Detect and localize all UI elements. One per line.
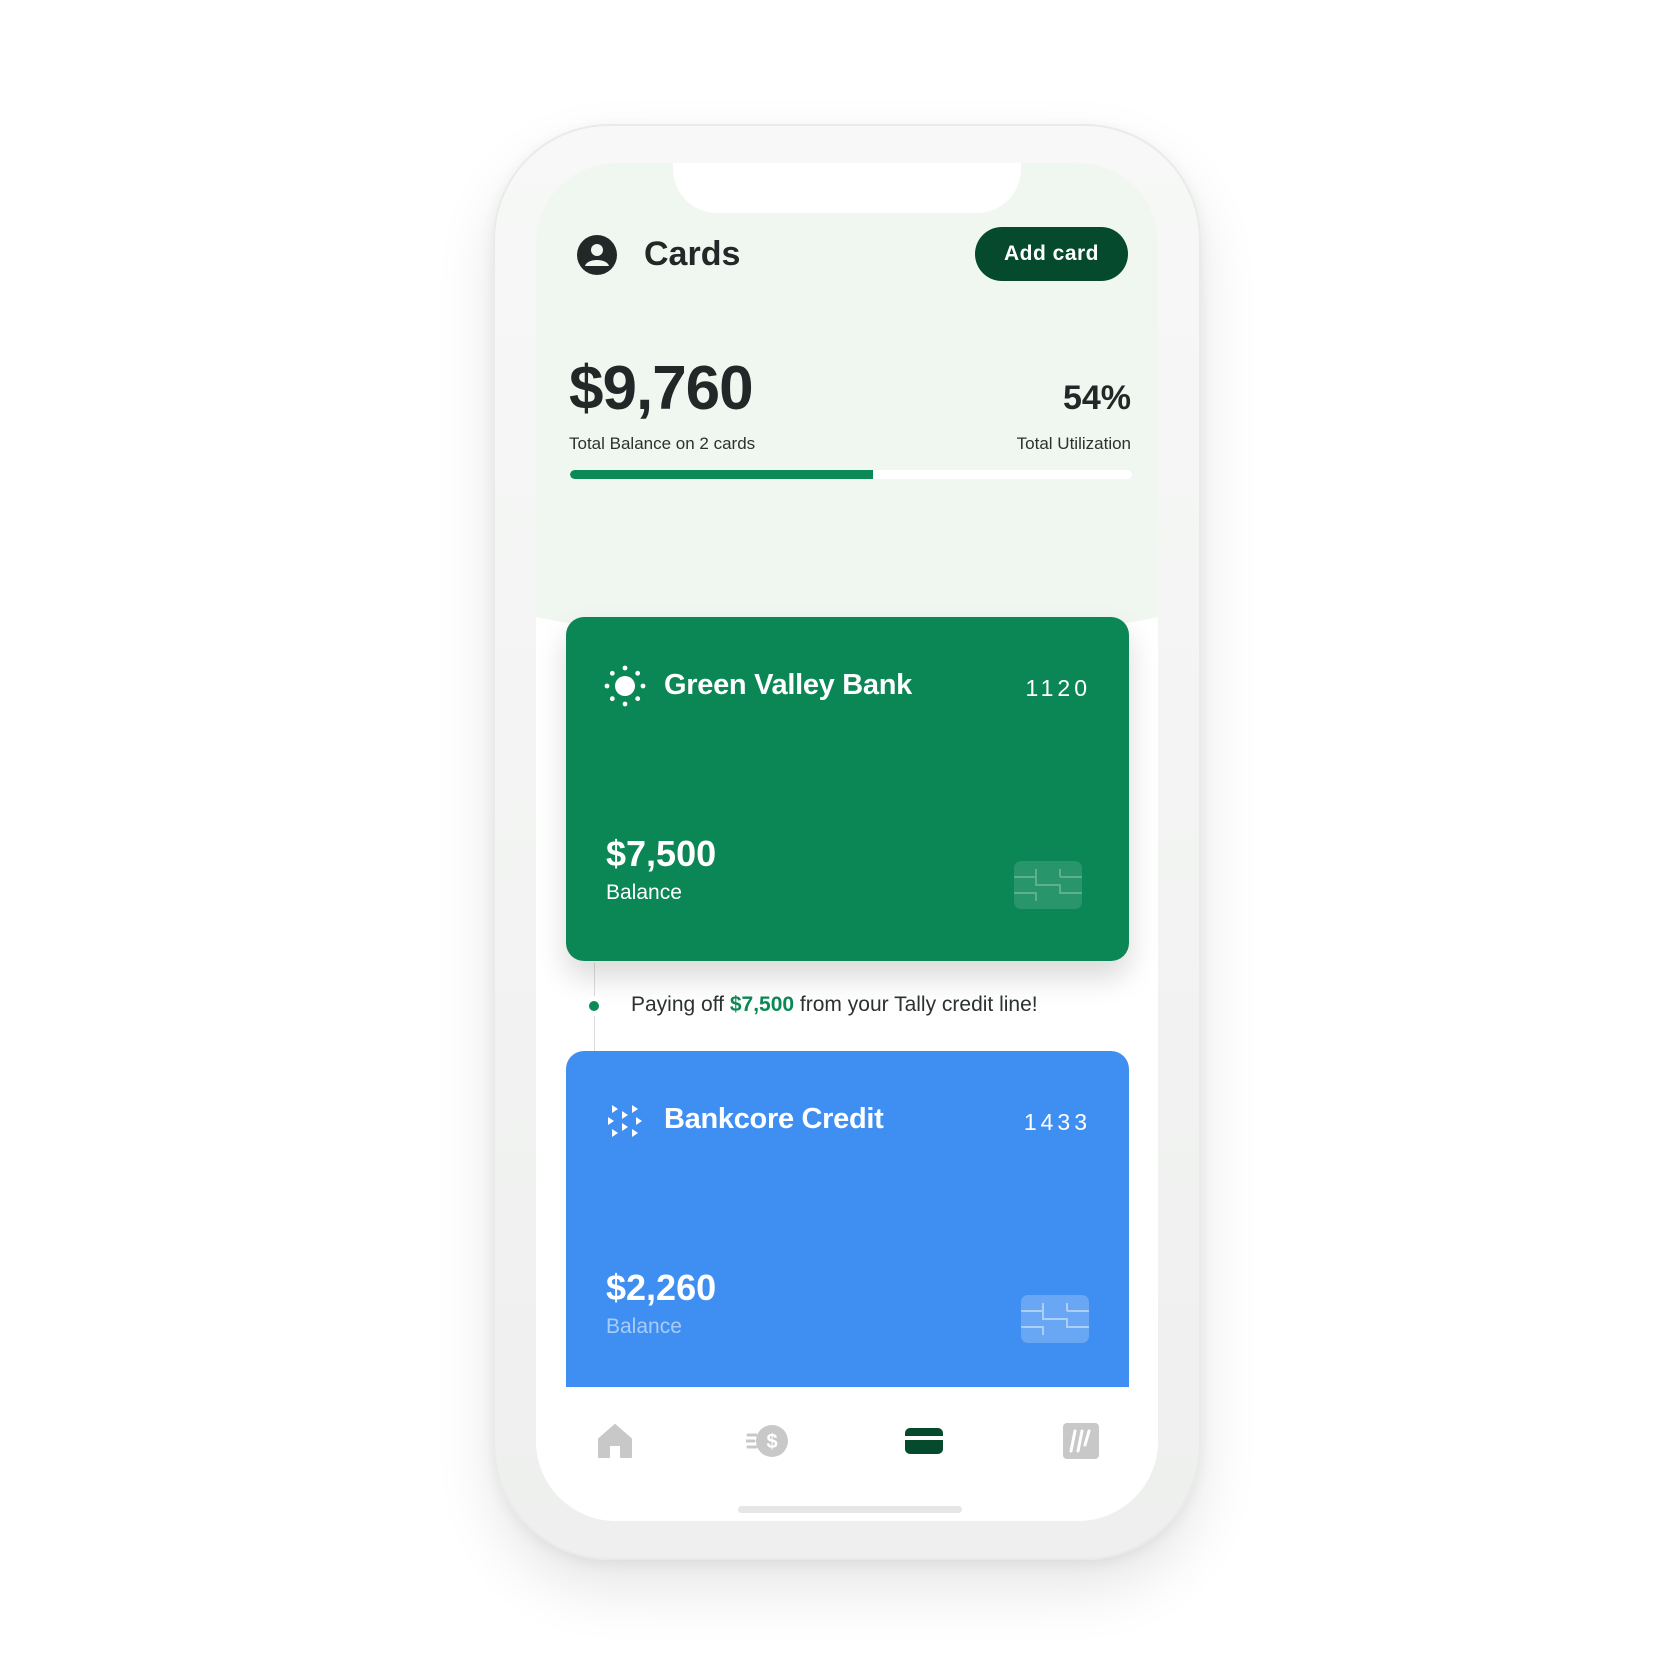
phone-notch	[673, 163, 1021, 213]
timeline-dot	[584, 996, 604, 1016]
card-chip-icon	[1014, 861, 1082, 909]
stage: Cards Add card $9,760 Total Balance on 2…	[0, 0, 1680, 1680]
payoff-amount: $7,500	[729, 993, 795, 1016]
utilization-progress-bar	[570, 470, 1132, 479]
payoff-suffix: from your Tally credit line!	[794, 993, 1038, 1016]
phone-frame: Cards Add card $9,760 Total Balance on 2…	[493, 124, 1201, 1560]
payoff-prefix: Paying off	[631, 993, 730, 1016]
svg-text:$: $	[766, 1431, 777, 1453]
add-card-button[interactable]: Add card	[975, 227, 1128, 281]
utilization-progress-fill	[570, 470, 874, 479]
card-bank-name: Green Valley Bank	[664, 669, 912, 701]
home-icon[interactable]	[593, 1419, 637, 1463]
card-balance-label: Balance	[606, 1315, 682, 1338]
home-indicator	[738, 1506, 962, 1513]
tally-logo-icon[interactable]	[1059, 1419, 1103, 1463]
utilization-value: 54%	[1062, 379, 1131, 417]
page-title: Cards	[644, 235, 741, 273]
card-green-valley[interactable]: Green Valley Bank 1120 $7,500 Balance	[566, 617, 1129, 961]
card-icon[interactable]	[902, 1419, 946, 1463]
card-last4: 1120	[1025, 675, 1091, 701]
bottom-nav: $	[536, 1387, 1158, 1521]
total-balance-value: $9,760	[569, 354, 754, 423]
card-balance-value: $7,500	[606, 833, 717, 874]
profile-icon[interactable]	[576, 234, 618, 276]
card-balance-value: $2,260	[606, 1267, 717, 1308]
utilization-label: Total Utilization	[1016, 434, 1131, 453]
total-balance-label: Total Balance on 2 cards	[569, 434, 756, 453]
card-chip-icon	[1021, 1295, 1089, 1343]
payoff-message: Paying off $7,500 from your Tally credit…	[631, 993, 1038, 1017]
sun-icon	[604, 665, 646, 707]
card-bank-name: Bankcore Credit	[664, 1103, 884, 1135]
phone-screen: Cards Add card $9,760 Total Balance on 2…	[536, 163, 1158, 1521]
card-last4: 1433	[1023, 1109, 1091, 1135]
top-bar: Cards Add card	[576, 227, 1128, 283]
card-balance-label: Balance	[606, 881, 682, 904]
bankcore-logo-icon	[608, 1105, 642, 1137]
dollar-transfer-icon[interactable]: $	[746, 1419, 790, 1463]
